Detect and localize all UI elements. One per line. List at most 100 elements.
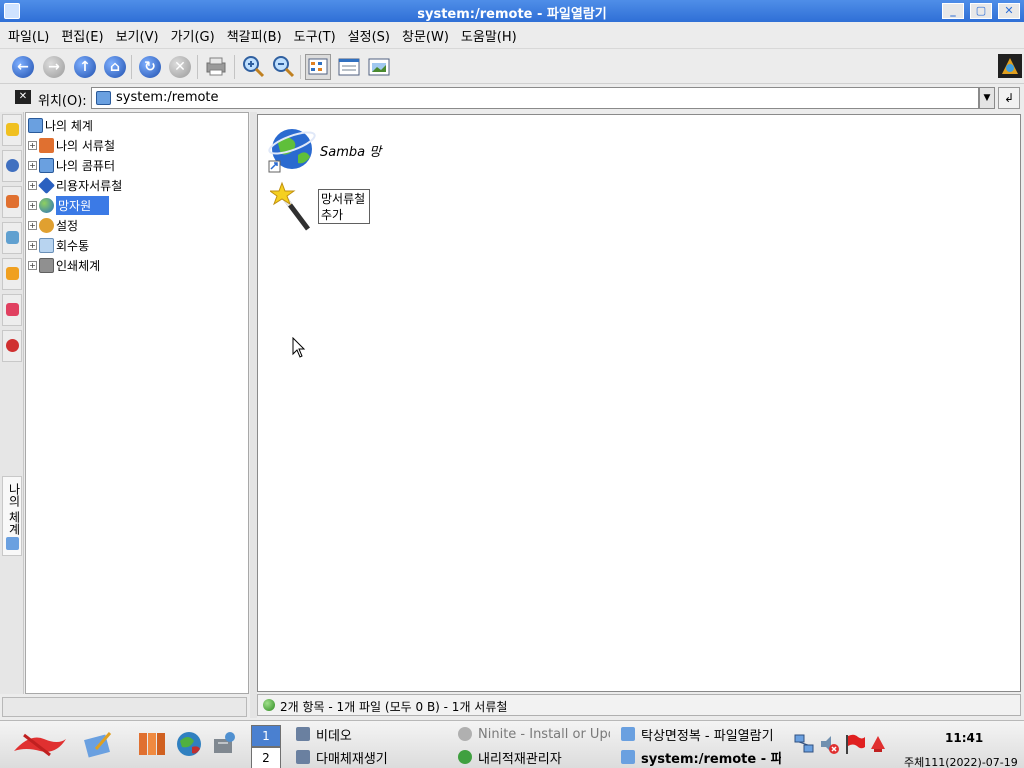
user-folder-icon [38,176,55,194]
go-button[interactable]: ↲ [998,87,1020,109]
documents-icon [139,733,165,755]
desktop-2[interactable]: 2 [251,747,281,768]
task-label: Ninite - Install or Upd [478,726,610,742]
desktop-1[interactable]: 1 [251,725,281,747]
start-menu-button[interactable] [10,729,68,759]
menu-bookmarks[interactable]: 책갈피(B) [221,26,288,45]
menu-go[interactable]: 가기(G) [165,26,221,45]
menu-bar: 파일(L) 편집(E) 보기(V) 가기(G) 책갈피(B) 도구(T) 설정(… [0,22,1024,48]
volume-muted-icon[interactable] [818,733,840,755]
minimize-button[interactable]: _ [942,3,964,19]
task-ninite[interactable]: Ninite - Install or Upd [458,723,610,745]
enter-icon: ↲ [1003,91,1015,105]
task-label: system:/remote - 파 [641,751,781,767]
sidebar-tab-history[interactable] [2,150,22,182]
toolbar: ← → ↑ ⌂ ↻ ✕ [0,48,1024,84]
task-system-remote[interactable]: system:/remote - 파 [621,746,781,768]
expand-icon[interactable]: + [28,140,37,150]
zoom-in-button[interactable] [240,54,266,80]
forward-button[interactable]: → [41,54,67,80]
file-item-add-network-folder[interactable]: 망서류철 추가 [268,181,408,235]
sidebar-tab-my-system[interactable]: 나의 체계 [2,476,22,556]
panel-splitter[interactable] [250,112,257,718]
back-button[interactable]: ← [10,54,36,80]
status-text: 2개 항목 - 1개 파일 (모두 0 B) - 1개 서류철 [280,700,508,714]
tree-item-my-computer[interactable]: + 나의 콤퓨터 [28,155,115,175]
home-icon: ⌂ [104,56,126,78]
maximize-button[interactable]: ▢ [970,3,992,19]
file-view[interactable]: Samba 망 망서류철 추가 [257,114,1021,692]
sidebar-tab-media[interactable] [2,294,22,326]
expand-icon[interactable]: + [28,160,37,170]
expand-icon[interactable]: + [28,240,37,250]
print-button[interactable] [203,54,229,80]
tree-item-my-system[interactable]: 나의 체계 [28,115,93,135]
reload-button[interactable]: ↻ [137,54,163,80]
tree-item-label: 인쇄체계 [56,258,101,273]
sidebar-tab-documents[interactable] [2,186,22,218]
expand-icon[interactable]: + [28,200,37,210]
menu-view[interactable]: 보기(V) [110,26,165,45]
location-label: 위치(O): [38,94,87,109]
star-icon [6,123,19,136]
task-media-player[interactable]: 다매체재생기 [296,746,446,768]
task-video[interactable]: 비데오 [296,723,446,745]
flag-icon[interactable] [844,733,866,755]
task-desktop-file-browser[interactable]: 탁상면정복 - 파일열람기 [621,723,781,745]
window-title: system:/remote - 파일열람기 [417,7,607,22]
home-button[interactable]: ⌂ [102,54,128,80]
up-button[interactable]: ↑ [72,54,98,80]
title-bar[interactable]: system:/remote - 파일열람기 _ ▢ ✕ [0,0,1024,22]
launcher-editor[interactable] [84,729,114,759]
sidebar-tab-network[interactable] [2,222,22,254]
launcher-documents[interactable] [137,729,167,759]
network-tray-icon[interactable] [793,733,815,755]
expand-icon[interactable]: + [28,220,37,230]
tree-item-my-documents[interactable]: + 나의 서류철 [28,135,115,155]
sidebar-tab-pin[interactable] [2,330,22,362]
detail-view-button[interactable] [336,54,362,80]
menu-settings[interactable]: 설정(S) [342,26,396,45]
tree-item-printers[interactable]: + 인쇄체계 [28,255,100,275]
file-item-samba[interactable]: Samba 망 [268,123,408,175]
zoom-out-button[interactable] [270,54,296,80]
clock[interactable]: 11:41 [945,731,983,745]
tree-item-trash[interactable]: + 회수통 [28,235,89,255]
stop-button[interactable]: ✕ [167,54,193,80]
stop-icon: ✕ [169,56,191,78]
expand-icon[interactable]: + [28,260,37,270]
download-icon [458,750,472,764]
menu-help[interactable]: 도움말(H) [455,26,523,45]
location-dropdown[interactable]: ▼ [979,87,995,109]
tree-item-network[interactable]: + 망자원 [28,195,110,215]
text-editor-icon [84,732,112,758]
tree-item-label: 나의 서류철 [56,138,116,153]
sidebar-tab-bookmarks[interactable] [2,114,22,146]
location-input[interactable]: system:/remote [91,87,979,109]
sidebar-tab-services[interactable] [2,258,22,290]
launcher-browser[interactable] [174,729,204,759]
expand-icon[interactable]: + [28,180,37,190]
folder-icon [621,727,635,741]
location-bar: ✕ 위치(O): system:/remote ▼ ↲ [0,85,1024,111]
tree-item-user-folder[interactable]: + 리용자서류철 [28,175,122,195]
launcher-media[interactable] [210,729,240,759]
close-button[interactable]: ✕ [998,3,1020,19]
menu-window[interactable]: 창문(W) [396,26,455,45]
menu-edit[interactable]: 편집(E) [55,26,109,45]
navigation-tree[interactable]: 나의 체계 + 나의 서류철 + 나의 콤퓨터 + 리용자서류철 + 망자원 +… [25,112,249,694]
file-item-label-box: 망서류철 추가 [318,189,371,224]
pin-icon [6,339,19,352]
preview-button[interactable] [366,54,392,80]
task-download-manager[interactable]: 내리적재관리자 [458,746,610,768]
icon-view-button[interactable] [305,54,331,80]
documents-icon [6,195,19,208]
documents-folder-icon [39,137,54,153]
alert-tray-icon[interactable] [870,735,886,753]
menu-tools[interactable]: 도구(T) [288,26,342,45]
tree-item-settings[interactable]: + 설정 [28,215,78,235]
menu-file[interactable]: 파일(L) [2,26,55,45]
clear-location-icon[interactable]: ✕ [15,90,31,104]
tree-item-label: 나의 체계 [45,118,93,133]
desktop-number: 1 [262,729,270,743]
